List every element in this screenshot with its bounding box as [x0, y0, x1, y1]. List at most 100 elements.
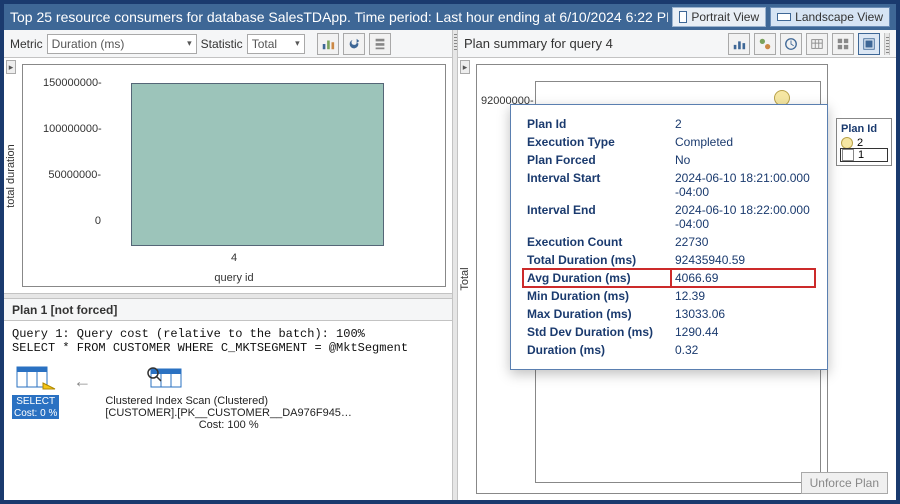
left-toolbar: Metric Duration (ms) ▾ Statistic Total ▾ [4, 30, 452, 58]
ytick: 50000000- [43, 169, 101, 181]
tooltip-key: Interval End [523, 201, 671, 233]
detail-button[interactable] [858, 33, 880, 55]
legend: Plan Id 2 1 [836, 118, 892, 166]
legend-label: 1 [858, 149, 864, 161]
landscape-view-button[interactable]: Landscape View [770, 7, 890, 27]
tooltip-row: Std Dev Duration (ms)1290.44 [523, 323, 815, 341]
tooltip-key: Execution Type [523, 133, 671, 151]
landscape-view-label: Landscape View [795, 10, 883, 24]
tooltip-row: Execution Count22730 [523, 233, 815, 251]
query-text: SELECT * FROM CUSTOMER WHERE C_MKTSEGMEN… [12, 341, 444, 355]
tooltip-value: 1290.44 [671, 323, 815, 341]
tooltip-value: 0.32 [671, 341, 815, 359]
portrait-view-label: Portrait View [691, 10, 759, 24]
legend-swatch-square [842, 149, 854, 161]
query-cost-line: Query 1: Query cost (relative to the bat… [12, 327, 444, 341]
left-chart: ▸ total duration 150000000- 100000000- 5… [4, 58, 452, 293]
left-chart-ylabel: total duration [5, 144, 17, 208]
tooltip-key: Avg Duration (ms) [523, 269, 671, 287]
left-chart-xlabel: query id [214, 272, 253, 284]
tooltip-value: 13033.06 [671, 305, 815, 323]
legend-title: Plan Id [841, 123, 887, 135]
plan-summary-title: Plan summary for query 4 [464, 36, 728, 51]
unforce-plan-button[interactable]: Unforce Plan [801, 472, 888, 494]
collapse-toggle-right[interactable]: ▸ [460, 60, 470, 74]
tooltip-row: Duration (ms)0.32 [523, 341, 815, 359]
statistic-combo[interactable]: Total ▾ [247, 34, 305, 54]
plan-tooltip: Plan Id2Execution TypeCompletedPlan Forc… [510, 104, 828, 370]
landscape-icon [777, 13, 791, 21]
chevron-down-icon: ▾ [187, 38, 192, 49]
legend-swatch-circle [841, 137, 853, 149]
tooltip-value: 12.39 [671, 287, 815, 305]
legend-item: 1 [841, 149, 887, 161]
plan-node-select[interactable]: SELECT Cost: 0 % [12, 365, 59, 419]
scan-title: Clustered Index Scan (Clustered) [105, 395, 352, 407]
tooltip-value: Completed [671, 133, 815, 151]
metric-value: Duration (ms) [52, 37, 125, 51]
settings-button[interactable] [369, 33, 391, 55]
tooltip-row: Min Duration (ms)12.39 [523, 287, 815, 305]
tooltip-key: Max Duration (ms) [523, 305, 671, 323]
tooltip-key: Execution Count [523, 233, 671, 251]
tooltip-value: 22730 [671, 233, 815, 251]
tooltip-key: Min Duration (ms) [523, 287, 671, 305]
tooltip-row: Max Duration (ms)13033.06 [523, 305, 815, 323]
dropdown-toggle[interactable] [884, 33, 890, 55]
index-scan-icon [145, 365, 187, 393]
tooltip-key: Plan Id [523, 115, 671, 133]
metric-combo[interactable]: Duration (ms) ▾ [47, 34, 197, 54]
tooltip-row: Plan Id2 [523, 115, 815, 133]
plan-body: Query 1: Query cost (relative to the bat… [4, 321, 452, 500]
tooltip-value: 2024-06-10 18:22:00.000 -04:00 [671, 201, 815, 233]
chart-type-button[interactable] [317, 33, 339, 55]
tooltip-value: No [671, 151, 815, 169]
tooltip-row: Execution TypeCompleted [523, 133, 815, 151]
tooltip-value: 2 [671, 115, 815, 133]
tooltip-row: Plan ForcedNo [523, 151, 815, 169]
scan-sub: [CUSTOMER].[PK__CUSTOMER__DA976F945… [105, 407, 352, 419]
compare-button[interactable] [754, 33, 776, 55]
history-button[interactable] [780, 33, 802, 55]
tooltip-value: 2024-06-10 18:21:00.000 -04:00 [671, 169, 815, 201]
right-chart-ylabel: Total [459, 267, 471, 290]
tooltip-key: Std Dev Duration (ms) [523, 323, 671, 341]
chart-button[interactable] [728, 33, 750, 55]
title-bar: Top 25 resource consumers for database S… [4, 4, 896, 30]
tooltip-row: Interval Start2024-06-10 18:21:00.000 -0… [523, 169, 815, 201]
portrait-view-button[interactable]: Portrait View [672, 7, 766, 27]
tooltip-row: Avg Duration (ms)4066.69 [523, 269, 815, 287]
statistic-value: Total [252, 37, 277, 51]
page-title: Top 25 resource consumers for database S… [10, 9, 668, 25]
ytick: 100000000- [43, 123, 101, 135]
select-cost: Cost: 0 % [12, 408, 59, 419]
metric-label: Metric [10, 37, 43, 51]
tooltip-value: 92435940.59 [671, 251, 815, 269]
tooltip-key: Total Duration (ms) [523, 251, 671, 269]
tooltip-key: Duration (ms) [523, 341, 671, 359]
arrow-icon: ← [73, 371, 91, 392]
select-label: SELECT [12, 395, 59, 408]
statistic-label: Statistic [201, 37, 243, 51]
portrait-icon [679, 11, 687, 23]
grid-button[interactable] [832, 33, 854, 55]
table-button[interactable] [806, 33, 828, 55]
chevron-down-icon: ▾ [295, 38, 300, 49]
plan-header: Plan 1 [not forced] [4, 299, 452, 321]
collapse-toggle[interactable]: ▸ [6, 60, 16, 74]
bar-query-4[interactable] [131, 83, 384, 246]
legend-label: 2 [857, 137, 863, 149]
tooltip-value: 4066.69 [671, 269, 815, 287]
refresh-button[interactable] [343, 33, 365, 55]
tooltip-row: Total Duration (ms)92435940.59 [523, 251, 815, 269]
plan-node-scan[interactable]: Clustered Index Scan (Clustered) [CUSTOM… [105, 365, 352, 431]
tooltip-row: Interval End2024-06-10 18:22:00.000 -04:… [523, 201, 815, 233]
tooltip-key: Interval Start [523, 169, 671, 201]
legend-item: 2 [841, 137, 887, 149]
ytick: 150000000- [43, 77, 101, 89]
tooltip-key: Plan Forced [523, 151, 671, 169]
ytick: 0 [43, 215, 101, 227]
scan-cost: Cost: 100 % [105, 419, 352, 431]
table-icon [15, 365, 57, 393]
xtick: 4 [231, 252, 237, 264]
